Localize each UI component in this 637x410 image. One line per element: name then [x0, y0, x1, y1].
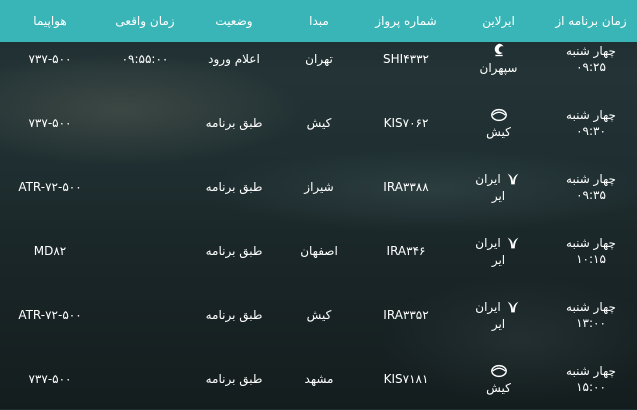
airline-name-top: ایران: [475, 172, 501, 186]
airline-name-bottom: ایر: [491, 253, 506, 267]
airline-name-top: ایران: [475, 236, 501, 250]
kish-air-logo-icon: [490, 362, 508, 380]
flight-number: IRA۳۳۸۸: [383, 180, 429, 194]
aircraft-type: ۷۳۷-۵۰۰: [28, 372, 72, 386]
kish-air-logo-icon: [490, 106, 508, 124]
table-row[interactable]: چهار شنبه ۱۰:۱۵ ایران ایر IRA۳۴۶ اصفهان …: [0, 220, 637, 282]
actual-time: [100, 92, 190, 154]
table-row[interactable]: چهار شنبه ۰۹:۳۵ ایران ایر IRA۳۳۸۸ شیراز …: [0, 156, 637, 218]
airline-logo-line: ایران: [475, 234, 521, 252]
origin: کیش: [306, 308, 332, 322]
table-row[interactable]: چهار شنبه ۱۵:۰۰ کیش KIS۷۱۸۱ مشهد طبق برن…: [0, 348, 637, 410]
scheduled-time: ۱۳:۰۰: [576, 316, 606, 330]
scheduled-time: ۱۰:۱۵: [576, 252, 606, 266]
airline-cell: ایران ایر: [452, 284, 545, 346]
scheduled-time: ۰۹:۳۰: [576, 124, 606, 138]
airline-logo-line: ایران: [475, 170, 521, 188]
scheduled-time: ۱۵:۰۰: [576, 380, 606, 394]
scheduled-day: چهار شنبه: [566, 108, 616, 122]
iran-air-logo-icon: [504, 170, 522, 188]
airline-logo-line: ایران: [475, 298, 521, 316]
airline-name: سپهران: [479, 61, 518, 75]
status: طبق برنامه: [205, 372, 263, 386]
aircraft-type: ۷۳۷-۵۰۰: [28, 116, 72, 130]
table-row[interactable]: چهار شنبه ۰۹:۳۰ کیش KIS۷۰۶۲ کیش طبق برنا…: [0, 92, 637, 154]
aircraft-type: ۷۳۷-۵۰۰: [28, 52, 72, 66]
actual-time: ۰۹:۵۵:۰۰: [121, 52, 169, 66]
airline-cell: کیش: [452, 92, 545, 154]
actual-time: [100, 156, 190, 218]
aircraft-type: ATR-۷۲-۵۰۰: [18, 180, 82, 194]
airline-cell: کیش: [452, 348, 545, 410]
airline-name: کیش: [486, 125, 511, 139]
origin: شیراز: [304, 180, 334, 194]
origin: تهران: [305, 52, 333, 66]
scheduled-day: چهار شنبه: [566, 364, 616, 378]
status: طبق برنامه: [205, 180, 263, 194]
scheduled-time-cell: چهار شنبه ۱۵:۰۰: [545, 348, 637, 410]
airline-cell: ایران ایر: [452, 156, 545, 218]
scheduled-time-cell: چهار شنبه ۱۳:۰۰: [545, 284, 637, 346]
aircraft-type: MD۸۲: [33, 244, 67, 258]
airline-name: کیش: [486, 381, 511, 395]
scheduled-time: ۰۹:۲۵: [576, 60, 606, 74]
table-row[interactable]: چهار شنبه ۰۹:۲۵ سپهران SHI۴۳۳۲ تهران اعل…: [0, 28, 637, 90]
actual-time: [100, 284, 190, 346]
scheduled-day: چهار شنبه: [566, 172, 616, 186]
scheduled-day: چهار شنبه: [566, 236, 616, 250]
airline-cell: ایران ایر: [452, 220, 545, 282]
origin: اصفهان: [300, 244, 338, 258]
flight-number: KIS۷۱۸۱: [383, 372, 429, 386]
origin: کیش: [306, 116, 332, 130]
table-row[interactable]: چهار شنبه ۱۳:۰۰ ایران ایر IRA۳۳۵۲ کیش طب…: [0, 284, 637, 346]
aircraft-type: ATR-۷۲-۵۰۰: [18, 308, 82, 322]
flight-number: IRA۳۴۶: [386, 244, 426, 258]
iran-air-logo-icon: [504, 234, 522, 252]
scheduled-time-cell: چهار شنبه ۱۰:۱۵: [545, 220, 637, 282]
scheduled-time-cell: چهار شنبه ۰۹:۳۵: [545, 156, 637, 218]
scheduled-time-cell: چهار شنبه ۰۹:۲۵: [545, 28, 637, 90]
flight-board: زمان برنامه از ایرلاین شماره پرواز مبدا …: [0, 0, 637, 409]
airline-name-bottom: ایر: [491, 189, 506, 203]
airline-cell: سپهران: [452, 28, 545, 90]
status: طبق برنامه: [205, 308, 263, 322]
scheduled-day: چهار شنبه: [566, 44, 616, 58]
scheduled-time-cell: چهار شنبه ۰۹:۳۰: [545, 92, 637, 154]
airline-name-top: ایران: [475, 300, 501, 314]
scheduled-time: ۰۹:۳۵: [576, 188, 606, 202]
actual-time: [100, 348, 190, 410]
airline-name-bottom: ایر: [491, 317, 506, 331]
flight-number: KIS۷۰۶۲: [383, 116, 429, 130]
status: طبق برنامه: [205, 244, 263, 258]
status: اعلام ورود: [208, 52, 260, 66]
flight-number: IRA۳۳۵۲: [383, 308, 429, 322]
actual-time: [100, 220, 190, 282]
scheduled-day: چهار شنبه: [566, 300, 616, 314]
sepehran-logo-icon: [490, 42, 508, 60]
status: طبق برنامه: [205, 116, 263, 130]
iran-air-logo-icon: [504, 298, 522, 316]
flight-number: SHI۴۳۳۲: [383, 52, 429, 66]
origin: مشهد: [304, 372, 334, 386]
